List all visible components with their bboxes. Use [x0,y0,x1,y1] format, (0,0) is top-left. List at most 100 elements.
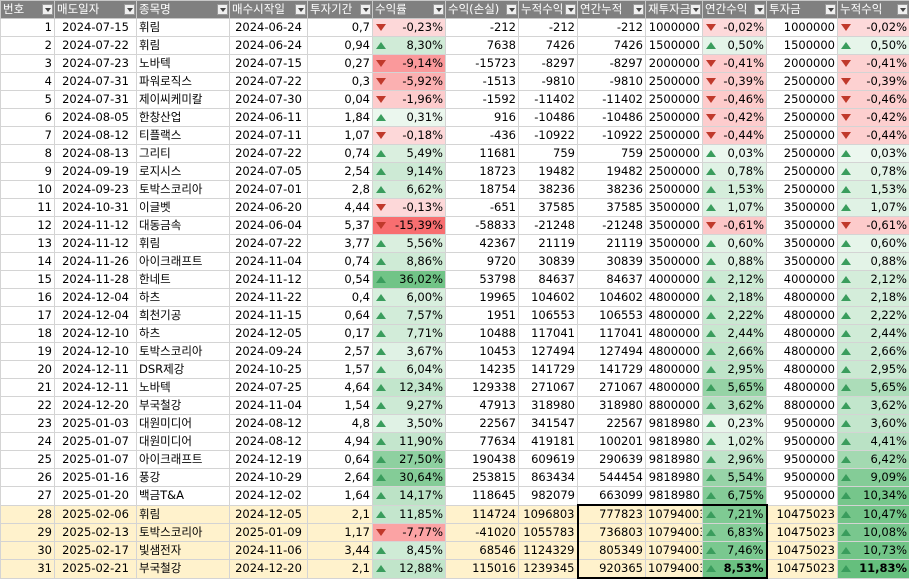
cell-return-rate[interactable]: -9,14% [373,55,446,73]
cell-reinvestment[interactable]: 2000000 [646,55,703,73]
cell-no[interactable]: 11 [1,199,55,217]
cell-buy-start-date[interactable]: 2024-07-25 [230,379,308,397]
cell-annual-return[interactable]: 5,54% [703,469,767,487]
cell-reinvestment[interactable]: 4800000 [646,307,703,325]
cell-no[interactable]: 30 [1,542,55,560]
cell-cumulative-return[interactable]: 2,18% [838,289,909,307]
cell-return-rate[interactable]: 7,57% [373,307,446,325]
cell-sell-date[interactable]: 2024-11-28 [55,271,137,289]
cell-sell-date[interactable]: 2024-12-11 [55,379,137,397]
cell-reinvestment[interactable]: 9818980 [646,451,703,469]
cell-stock-name[interactable]: 대동금속 [137,217,230,235]
cell-annual-return[interactable]: 6,83% [703,524,767,542]
cell-return-rate[interactable]: 3,50% [373,415,446,433]
cell-investment-period[interactable]: 2,1 [308,505,373,524]
cell-reinvestment[interactable]: 2500000 [646,109,703,127]
cell-profit-loss[interactable]: -1513 [446,73,519,91]
cell-reinvestment[interactable]: 3500000 [646,253,703,271]
cell-profit-loss[interactable]: 77634 [446,433,519,451]
header-profit-loss[interactable]: 수익(손실) [446,1,519,19]
cell-cumulative-return[interactable]: 10,73% [838,542,909,560]
cell-profit-loss[interactable]: 118645 [446,487,519,506]
cell-profit-loss[interactable]: 1951 [446,307,519,325]
cell-sell-date[interactable]: 2024-07-31 [55,73,137,91]
cell-buy-start-date[interactable]: 2024-07-15 [230,55,308,73]
cell-investment-period[interactable]: 1,84 [308,109,373,127]
cell-annual-return[interactable]: -0,44% [703,127,767,145]
cell-cumulative-profit[interactable]: 1096803 [519,505,578,524]
cell-return-rate[interactable]: 14,17% [373,487,446,506]
cell-investment[interactable]: 9500000 [767,433,838,451]
cell-annual-cumulative[interactable]: 84637 [578,271,646,289]
cell-return-rate[interactable]: 11,90% [373,433,446,451]
cell-cumulative-return[interactable]: 3,62% [838,397,909,415]
cell-reinvestment[interactable]: 4800000 [646,361,703,379]
filter-dropdown-icon[interactable] [42,4,53,15]
cell-cumulative-profit[interactable]: 982079 [519,487,578,506]
cell-investment[interactable]: 9500000 [767,487,838,506]
header-stock-name[interactable]: 종목명 [137,1,230,19]
cell-no[interactable]: 9 [1,163,55,181]
cell-profit-loss[interactable]: -58833 [446,217,519,235]
cell-sell-date[interactable]: 2025-01-16 [55,469,137,487]
cell-annual-cumulative[interactable]: 663099 [578,487,646,506]
cell-annual-cumulative[interactable]: 318980 [578,397,646,415]
cell-investment-period[interactable]: 4,8 [308,415,373,433]
cell-annual-return[interactable]: 0,88% [703,253,767,271]
cell-reinvestment[interactable]: 2500000 [646,127,703,145]
cell-no[interactable]: 14 [1,253,55,271]
cell-buy-start-date[interactable]: 2024-06-04 [230,217,308,235]
cell-cumulative-profit[interactable]: 1239345 [519,560,578,579]
cell-cumulative-return[interactable]: -0,46% [838,91,909,109]
cell-return-rate[interactable]: 6,04% [373,361,446,379]
cell-buy-start-date[interactable]: 2024-11-15 [230,307,308,325]
cell-stock-name[interactable]: 휘림 [137,37,230,55]
cell-cumulative-profit[interactable]: 7426 [519,37,578,55]
cell-annual-return[interactable]: 0,23% [703,415,767,433]
cell-annual-return[interactable]: 1,07% [703,199,767,217]
cell-cumulative-profit[interactable]: 759 [519,145,578,163]
cell-annual-cumulative[interactable]: 30839 [578,253,646,271]
cell-investment-period[interactable]: 1,54 [308,397,373,415]
cell-no[interactable]: 26 [1,469,55,487]
cell-cumulative-return[interactable]: 11,83% [838,560,909,579]
cell-stock-name[interactable]: 백금T&A [137,487,230,506]
cell-buy-start-date[interactable]: 2024-11-06 [230,542,308,560]
cell-buy-start-date[interactable]: 2024-12-20 [230,560,308,579]
cell-investment-period[interactable]: 0,64 [308,451,373,469]
cell-buy-start-date[interactable]: 2024-11-22 [230,289,308,307]
cell-sell-date[interactable]: 2025-01-03 [55,415,137,433]
cell-reinvestment[interactable]: 4800000 [646,289,703,307]
cell-profit-loss[interactable]: -41020 [446,524,519,542]
filter-dropdown-icon[interactable] [754,4,765,15]
cell-annual-return[interactable]: 0,03% [703,145,767,163]
cell-investment-period[interactable]: 0,04 [308,91,373,109]
cell-stock-name[interactable]: 파워로직스 [137,73,230,91]
filter-dropdown-icon[interactable] [897,4,908,15]
cell-reinvestment[interactable]: 3500000 [646,217,703,235]
cell-annual-cumulative[interactable]: -8297 [578,55,646,73]
header-annual-return[interactable]: 연간수익 [703,1,767,19]
cell-annual-cumulative[interactable]: 106553 [578,307,646,325]
cell-sell-date[interactable]: 2024-07-15 [55,19,137,37]
cell-cumulative-return[interactable]: -0,02% [838,19,909,37]
cell-buy-start-date[interactable]: 2024-07-22 [230,73,308,91]
cell-cumulative-return[interactable]: 0,88% [838,253,909,271]
cell-return-rate[interactable]: 8,30% [373,37,446,55]
cell-annual-cumulative[interactable]: -212 [578,19,646,37]
cell-no[interactable]: 1 [1,19,55,37]
cell-sell-date[interactable]: 2025-01-20 [55,487,137,506]
cell-cumulative-return[interactable]: -0,41% [838,55,909,73]
cell-sell-date[interactable]: 2024-12-04 [55,289,137,307]
cell-investment-period[interactable]: 2,1 [308,560,373,579]
cell-return-rate[interactable]: 36,02% [373,271,446,289]
cell-investment-period[interactable]: 3,77 [308,235,373,253]
cell-investment[interactable]: 3500000 [767,235,838,253]
header-cumulative-profit[interactable]: 누적수익 [519,1,578,19]
cell-stock-name[interactable]: 하츠 [137,289,230,307]
cell-cumulative-profit[interactable]: 141729 [519,361,578,379]
cell-buy-start-date[interactable]: 2024-10-25 [230,361,308,379]
cell-return-rate[interactable]: -15,39% [373,217,446,235]
cell-reinvestment[interactable]: 8800000 [646,397,703,415]
cell-stock-name[interactable]: 희천기공 [137,307,230,325]
